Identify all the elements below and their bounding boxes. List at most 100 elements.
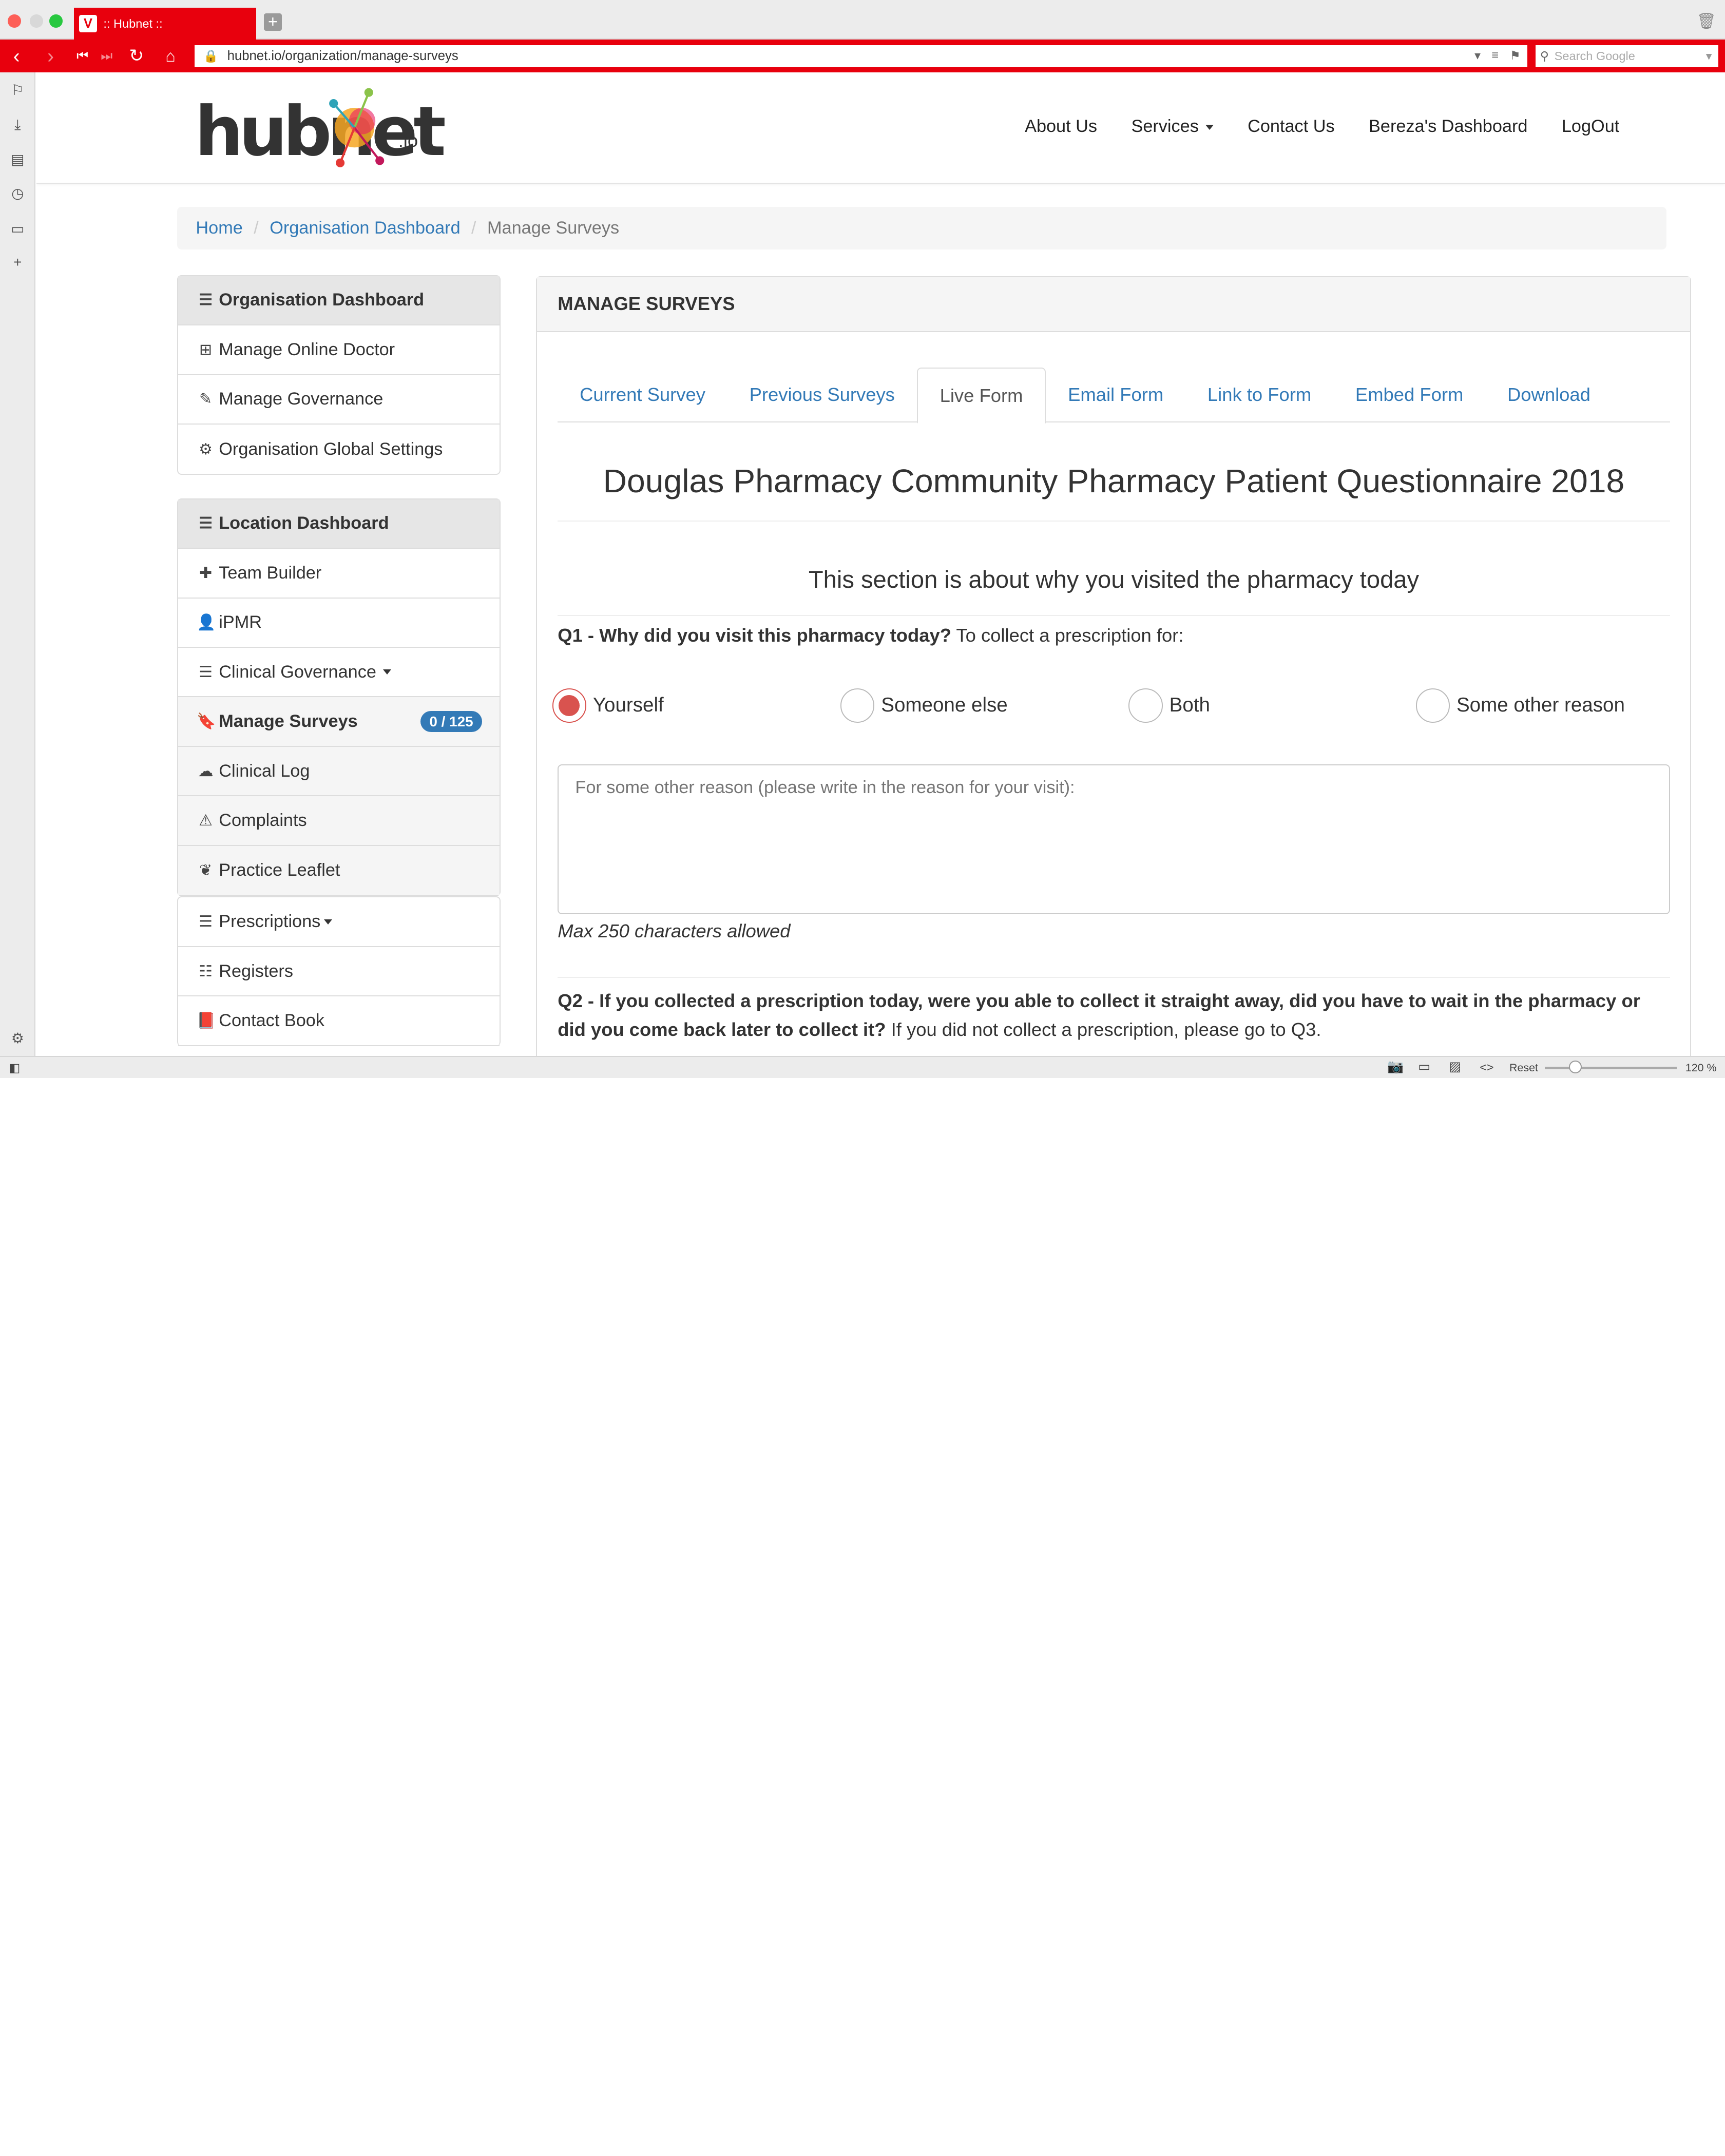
search-field[interactable]: ⚲ Search Google ▾ xyxy=(1534,43,1721,69)
sidebar-item-contact-book[interactable]: 📕 Contact Book xyxy=(178,996,500,1046)
option-other-reason[interactable]: Some other reason xyxy=(1415,688,1625,723)
breadcrumb-org[interactable]: Organisation Dashboard xyxy=(270,218,460,238)
tab-link-to-form[interactable]: Link to Form xyxy=(1185,368,1333,422)
forward-icon[interactable]: › xyxy=(39,44,63,68)
tab-email-form[interactable]: Email Form xyxy=(1046,368,1185,422)
breadcrumb-current: Manage Surveys xyxy=(487,218,620,238)
search-placeholder: Search Google xyxy=(1554,49,1635,63)
caret-down-icon xyxy=(323,919,332,925)
sidebar-item-label: Practice Leaflet xyxy=(219,860,340,880)
dropdown-icon[interactable]: ▾ xyxy=(1474,48,1481,63)
sidebar-item-label: Complaints xyxy=(219,810,307,830)
nav-contact[interactable]: Contact Us xyxy=(1248,117,1335,137)
breadcrumb: Home / Organisation Dashboard / Manage S… xyxy=(177,206,1667,250)
browser-tab[interactable]: V :: Hubnet :: xyxy=(73,8,257,40)
hubnet-logo[interactable]: hubnet .io xyxy=(195,88,446,171)
fast-forward-icon[interactable]: ⏭ xyxy=(94,44,119,68)
nav-logout[interactable]: LogOut xyxy=(1562,117,1619,137)
radio-icon[interactable] xyxy=(1128,688,1163,723)
breadcrumb-separator: / xyxy=(254,218,259,238)
downloads-panel-icon[interactable]: ⤓ xyxy=(9,117,26,133)
survey-count-badge: 0 / 125 xyxy=(420,711,482,732)
other-reason-textarea[interactable] xyxy=(558,764,1670,914)
sidebar-item-label: Team Builder xyxy=(219,563,322,583)
new-tab-button[interactable]: + xyxy=(264,13,282,31)
option-both[interactable]: Both xyxy=(1128,688,1210,723)
rewind-icon[interactable]: ⏮ xyxy=(70,44,94,68)
org-dashboard-header[interactable]: ☰ Organisation Dashboard xyxy=(178,276,500,326)
panel-toggle-icon[interactable]: ◧ xyxy=(9,1061,20,1075)
zoom-slider-handle[interactable] xyxy=(1568,1060,1582,1074)
sidebar-item-label: Organisation Global Settings xyxy=(219,439,443,459)
sidebar-item-clinical-log[interactable]: ☁ Clinical Log xyxy=(178,746,500,797)
breadcrumb-separator: / xyxy=(471,218,476,238)
nav-services[interactable]: Services xyxy=(1131,117,1214,137)
search-icon: ⚲ xyxy=(1540,49,1549,63)
notes-panel-icon[interactable]: ▤ xyxy=(9,151,26,168)
image-icon[interactable]: ▨ xyxy=(1449,1059,1461,1074)
location-dashboard-header[interactable]: ☰ Location Dashboard xyxy=(178,499,500,549)
sidebar-item-label: Manage Surveys xyxy=(219,711,358,732)
radio-selected-icon[interactable] xyxy=(552,688,586,723)
url-field[interactable]: 🔒 hubnet.io/organization/manage-surveys … xyxy=(193,43,1529,69)
q1-rest: To collect a prescription for: xyxy=(951,624,1184,646)
sidebar-item-online-doctor[interactable]: ⊞ Manage Online Doctor xyxy=(178,325,500,375)
sidebar-item-team-builder[interactable]: ✚ Team Builder xyxy=(178,549,500,599)
option-someone-else[interactable]: Someone else xyxy=(840,688,1008,723)
bookmarks-panel-icon[interactable]: ⚐ xyxy=(9,82,26,99)
radio-icon[interactable] xyxy=(1415,688,1450,723)
lock-icon: 🔒 xyxy=(203,49,219,63)
sidebar-item-complaints[interactable]: ⚠ Complaints xyxy=(178,796,500,846)
history-panel-icon[interactable]: ◷ xyxy=(9,185,26,202)
window-panel-icon[interactable]: ▭ xyxy=(9,220,26,237)
chevron-down-icon[interactable]: ▾ xyxy=(1706,49,1712,63)
tab-current-survey[interactable]: Current Survey xyxy=(558,368,727,422)
add-panel-icon[interactable]: + xyxy=(9,254,26,271)
radio-icon[interactable] xyxy=(840,688,875,723)
sidebar-item-governance[interactable]: ✎ Manage Governance xyxy=(178,375,500,425)
zoom-reset-button[interactable]: Reset xyxy=(1509,1062,1538,1074)
sidebar-item-prescriptions[interactable]: ☰ Prescriptions xyxy=(178,897,500,947)
sidebar-item-global-settings[interactable]: ⚙ Organisation Global Settings xyxy=(178,425,500,474)
caret-down-icon xyxy=(1205,125,1214,130)
site-header: hubnet .io About Us Services Contact Us … xyxy=(36,72,1725,184)
minimize-window-button[interactable] xyxy=(29,14,43,28)
sidebar-item-practice-leaflet[interactable]: ❦ Practice Leaflet xyxy=(178,845,500,896)
code-icon[interactable]: <> xyxy=(1480,1061,1494,1074)
q1-options: Yourself Someone else Both Some other re… xyxy=(552,688,1670,726)
tab-live-form[interactable]: Live Form xyxy=(916,367,1046,424)
option-yourself[interactable]: Yourself xyxy=(552,688,664,723)
sidebar-item-manage-surveys[interactable]: 🔖 Manage Surveys 0 / 125 xyxy=(178,697,500,747)
page-tiling-icon[interactable]: ▭ xyxy=(1418,1059,1430,1074)
sidebar-item-registers[interactable]: ☷ Registers xyxy=(178,947,500,997)
book-icon: 📕 xyxy=(197,1012,216,1029)
browser-tab-bar: V :: Hubnet :: + 🗑 xyxy=(0,0,1725,40)
nav-about[interactable]: About Us xyxy=(1025,117,1097,137)
zoom-slider[interactable] xyxy=(1544,1067,1677,1069)
tab-embed-form[interactable]: Embed Form xyxy=(1333,368,1485,422)
close-window-button[interactable] xyxy=(8,14,21,28)
tab-download[interactable]: Download xyxy=(1485,368,1613,422)
tab-previous-surveys[interactable]: Previous Surveys xyxy=(727,368,917,422)
home-icon[interactable]: ⌂ xyxy=(159,44,183,68)
reload-icon[interactable]: ↻ xyxy=(124,44,148,68)
reader-icon[interactable]: ≡ xyxy=(1491,48,1499,63)
bookmark-icon[interactable]: ⚑ xyxy=(1510,48,1521,63)
sidebar-item-clinical-governance[interactable]: ☰ Clinical Governance xyxy=(178,648,500,698)
trash-icon[interactable]: 🗑 xyxy=(1697,12,1716,30)
option-label: Someone else xyxy=(881,694,1008,717)
settings-gear-icon[interactable]: ⚙ xyxy=(9,1030,26,1047)
menu-icon: ☰ xyxy=(199,913,213,931)
warning-icon: ⚠ xyxy=(199,812,213,829)
back-icon[interactable]: ‹ xyxy=(5,44,29,68)
nav-dashboard[interactable]: Bereza's Dashboard xyxy=(1369,117,1527,137)
sidebar-item-ipmr[interactable]: 👤 iPMR xyxy=(178,599,500,648)
maximize-window-button[interactable] xyxy=(49,14,63,28)
sidebar-item-label: iPMR xyxy=(219,612,262,632)
sidebar-item-label: Clinical Log xyxy=(219,761,310,781)
url-text: hubnet.io/organization/manage-surveys xyxy=(227,48,458,63)
breadcrumb-home[interactable]: Home xyxy=(196,218,242,238)
location-dashboard-menu: ☰ Location Dashboard ✚ Team Builder 👤 iPMR … xyxy=(177,498,501,897)
org-dashboard-menu: ☰ Organisation Dashboard ⊞ Manage Online D… xyxy=(177,275,501,475)
camera-icon[interactable]: 📷 xyxy=(1387,1059,1404,1074)
